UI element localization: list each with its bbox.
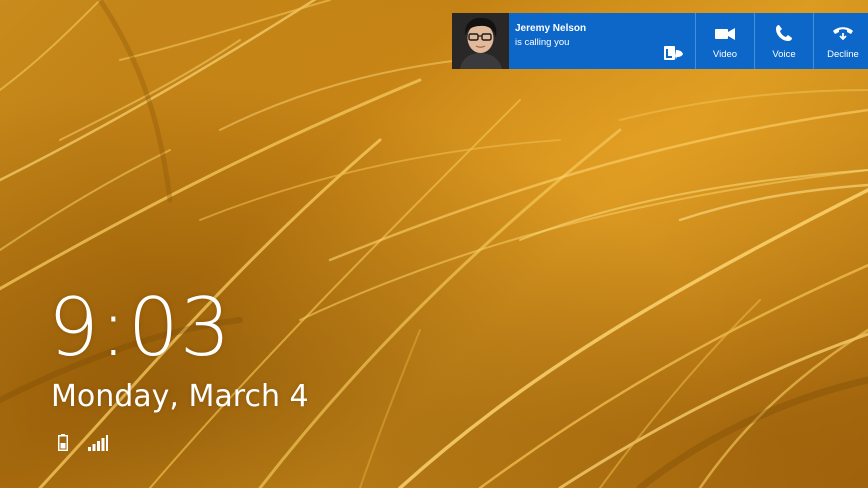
signal-strength-icon (88, 435, 108, 451)
notification-text[interactable]: Jeremy Nelson is calling you (509, 13, 695, 69)
lock-screen-time: 9:03 (48, 281, 232, 374)
call-actions: Video Voice Decline (695, 13, 868, 69)
status-icons (58, 434, 108, 451)
call-status-text: is calling you (515, 37, 570, 48)
hang-up-icon (833, 27, 853, 41)
video-button-label: Video (712, 49, 738, 60)
caller-photo (452, 13, 509, 69)
phone-icon (776, 25, 792, 41)
voice-answer-button[interactable]: Voice (754, 13, 813, 69)
battery-icon (58, 434, 68, 451)
voice-button-label: Voice (772, 49, 796, 60)
decline-button[interactable]: Decline (813, 13, 868, 69)
video-camera-icon (715, 28, 735, 40)
lock-screen-date: Monday, March 4 (51, 379, 309, 414)
decline-button-label: Decline (827, 49, 859, 60)
lock-screen[interactable]: Jeremy Nelson is calling you Video Voice… (0, 0, 868, 488)
caller-avatar[interactable] (452, 13, 509, 69)
video-answer-button[interactable]: Video (695, 13, 754, 69)
incoming-call-notification[interactable]: Jeremy Nelson is calling you Video Voice… (452, 13, 868, 69)
caller-name: Jeremy Nelson (515, 23, 587, 34)
lync-icon (664, 46, 683, 60)
